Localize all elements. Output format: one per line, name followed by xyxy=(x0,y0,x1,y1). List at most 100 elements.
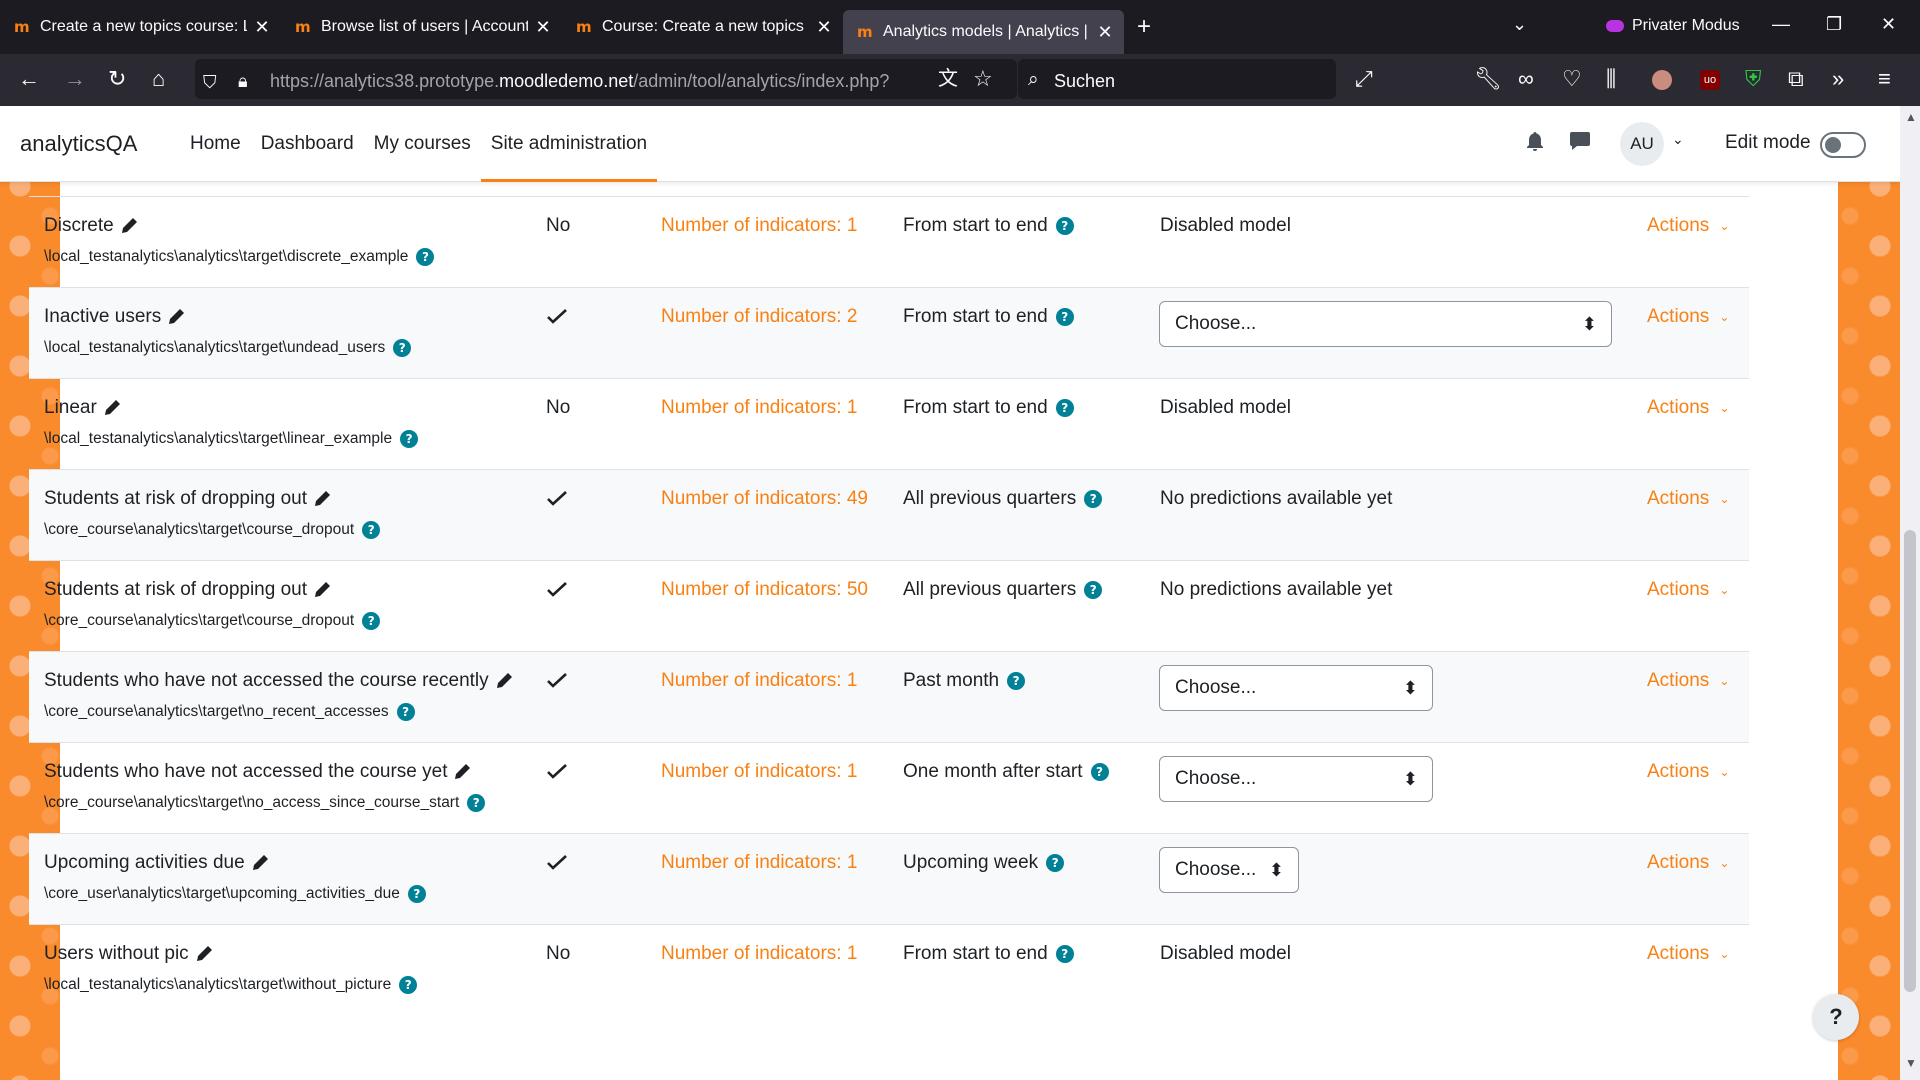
help-icon[interactable]: ? xyxy=(399,976,418,994)
help-icon[interactable]: ? xyxy=(1046,854,1065,872)
actions-menu[interactable]: Actions ⌄ xyxy=(1647,852,1729,874)
close-tab-icon[interactable]: ✕ xyxy=(815,17,833,38)
help-icon[interactable]: ? xyxy=(362,612,381,630)
translate-icon[interactable]: 文 xyxy=(938,68,958,90)
home-icon[interactable]: ⌂ xyxy=(152,68,165,90)
actions-menu[interactable]: Actions ⌄ xyxy=(1647,397,1729,419)
nav-my-courses[interactable]: My courses xyxy=(364,106,481,182)
browser-tab-1[interactable]: m Create a new topics course: Log ✕ xyxy=(0,0,281,54)
insights-select[interactable]: Choose... ⬍ xyxy=(1159,301,1612,347)
extensions-icon[interactable]: ⧉ xyxy=(1788,68,1804,90)
actions-menu[interactable]: Actions ⌄ xyxy=(1647,943,1729,965)
tab-list-chevron-icon[interactable]: ⌄ xyxy=(1512,14,1527,35)
shield-icon[interactable]: ⛉ xyxy=(203,71,217,93)
help-icon[interactable]: ? xyxy=(393,339,412,357)
insights-select[interactable]: Choose... ⬍ xyxy=(1159,756,1433,802)
indicators-link[interactable]: Number of indicators: 1 xyxy=(661,215,857,237)
help-icon[interactable]: ? xyxy=(1055,217,1074,235)
lock-icon[interactable]: 🔒︎ xyxy=(238,70,248,92)
minimize-icon[interactable]: — xyxy=(1772,14,1790,35)
actions-menu[interactable]: Actions ⌄ xyxy=(1647,579,1729,601)
actions-menu[interactable]: Actions ⌄ xyxy=(1647,488,1729,510)
browser-tab-2[interactable]: m Browse list of users | Accounts | ✕ xyxy=(281,0,562,54)
help-icon[interactable]: ? xyxy=(362,521,381,539)
actions-menu[interactable]: Actions ⌄ xyxy=(1647,761,1729,783)
url-text[interactable]: https://analytics38.prototype.moodledemo… xyxy=(270,71,889,92)
edit-pencil-icon[interactable] xyxy=(103,399,121,417)
browser-tab-4-active[interactable]: m Analytics models | Analytics | A ✕ xyxy=(843,10,1124,54)
help-icon[interactable]: ? xyxy=(1007,672,1026,690)
close-tab-icon[interactable]: ✕ xyxy=(534,17,552,38)
help-icon[interactable]: ? xyxy=(1055,399,1074,417)
user-menu-chevron-icon[interactable]: ⌄ xyxy=(1672,131,1684,148)
close-tab-icon[interactable]: ✕ xyxy=(1096,22,1114,43)
library-icon[interactable]: ⫼ xyxy=(1606,68,1616,90)
help-icon[interactable]: ? xyxy=(1084,581,1103,599)
help-icon[interactable]: ? xyxy=(416,248,435,266)
help-icon[interactable]: ? xyxy=(1055,945,1074,963)
indicators-link[interactable]: Number of indicators: 1 xyxy=(661,852,857,874)
edit-pencil-icon[interactable] xyxy=(167,308,185,326)
messages-icon[interactable] xyxy=(1570,132,1590,150)
indicators-link[interactable]: Number of indicators: 49 xyxy=(661,488,868,510)
help-icon[interactable]: ? xyxy=(1090,763,1109,781)
model-target: \core_course\analytics\target\course_dro… xyxy=(44,612,381,630)
edit-pencil-icon[interactable] xyxy=(495,672,513,690)
indicators-link[interactable]: Number of indicators: 1 xyxy=(661,397,857,419)
nav-dashboard[interactable]: Dashboard xyxy=(251,106,364,182)
ublock-icon[interactable]: uo xyxy=(1700,70,1720,90)
scroll-down-icon[interactable]: ▼ xyxy=(1905,1056,1917,1070)
reload-icon[interactable]: ↻ xyxy=(108,68,126,90)
edit-pencil-icon[interactable] xyxy=(251,854,269,872)
edit-pencil-icon[interactable] xyxy=(313,581,331,599)
close-window-icon[interactable]: ✕ xyxy=(1881,14,1896,35)
time-splitting-text: Upcoming week xyxy=(903,852,1039,873)
insights-select[interactable]: Choose... ⬍ xyxy=(1159,665,1433,711)
new-tab-icon[interactable]: + xyxy=(1124,0,1164,54)
edit-mode-toggle[interactable] xyxy=(1820,132,1866,158)
actions-menu[interactable]: Actions ⌄ xyxy=(1647,215,1729,237)
actions-menu[interactable]: Actions ⌄ xyxy=(1647,306,1729,328)
help-icon[interactable]: ? xyxy=(1084,490,1103,508)
notifications-bell-icon[interactable] xyxy=(1526,132,1544,152)
page-scrollbar[interactable]: ▲ ▼ xyxy=(1900,106,1920,1080)
help-icon[interactable]: ? xyxy=(1055,308,1074,326)
scrollbar-thumb[interactable] xyxy=(1904,530,1916,992)
indicators-link[interactable]: Number of indicators: 1 xyxy=(661,943,857,965)
edit-pencil-icon[interactable] xyxy=(120,217,138,235)
nav-site-administration[interactable]: Site administration xyxy=(480,106,658,182)
back-icon[interactable]: ← xyxy=(18,68,40,90)
indicators-link[interactable]: Number of indicators: 1 xyxy=(661,761,857,783)
bookmark-star-icon[interactable]: ☆ xyxy=(973,68,993,90)
shield-extension-icon[interactable]: ⛨ xyxy=(1745,68,1762,90)
edit-pencil-icon[interactable] xyxy=(313,490,331,508)
edit-pencil-icon[interactable] xyxy=(195,945,213,963)
profile-icon[interactable] xyxy=(1652,70,1672,90)
nav-home[interactable]: Home xyxy=(180,106,251,182)
overflow-chevron-icon[interactable]: » xyxy=(1832,68,1844,90)
actions-label: Actions xyxy=(1647,761,1710,782)
edit-pencil-icon[interactable] xyxy=(453,763,471,781)
browser-tab-3[interactable]: m Course: Create a new topics cou ✕ xyxy=(562,0,843,54)
help-icon[interactable]: ? xyxy=(467,794,486,812)
indicators-link[interactable]: Number of indicators: 2 xyxy=(661,306,857,328)
indicators-link[interactable]: Number of indicators: 50 xyxy=(661,579,868,601)
restore-icon[interactable]: ❐ xyxy=(1826,14,1842,35)
insights-select[interactable]: Choose... ⬍ xyxy=(1159,847,1299,893)
help-footer-button[interactable]: ? xyxy=(1813,994,1859,1040)
help-icon[interactable]: ? xyxy=(396,703,415,721)
wrench-icon[interactable]: 🔧︎ xyxy=(1474,68,1502,90)
help-icon[interactable]: ? xyxy=(407,885,426,903)
close-tab-icon[interactable]: ✕ xyxy=(253,17,271,38)
scroll-up-icon[interactable]: ▲ xyxy=(1905,110,1917,124)
forward-icon[interactable]: → xyxy=(64,68,86,90)
menu-icon[interactable]: ≡ xyxy=(1878,68,1891,90)
pocket-icon[interactable]: ♡ xyxy=(1562,68,1582,90)
private-browsing-icon[interactable]: ∞ xyxy=(1518,68,1534,90)
actions-menu[interactable]: Actions ⌄ xyxy=(1647,670,1729,692)
indicators-link[interactable]: Number of indicators: 1 xyxy=(661,670,857,692)
user-avatar[interactable]: AU xyxy=(1620,122,1664,166)
fullscreen-icon[interactable]: ⤢ xyxy=(1355,68,1373,90)
site-brand[interactable]: analyticsQA xyxy=(20,131,137,157)
help-icon[interactable]: ? xyxy=(400,430,419,448)
